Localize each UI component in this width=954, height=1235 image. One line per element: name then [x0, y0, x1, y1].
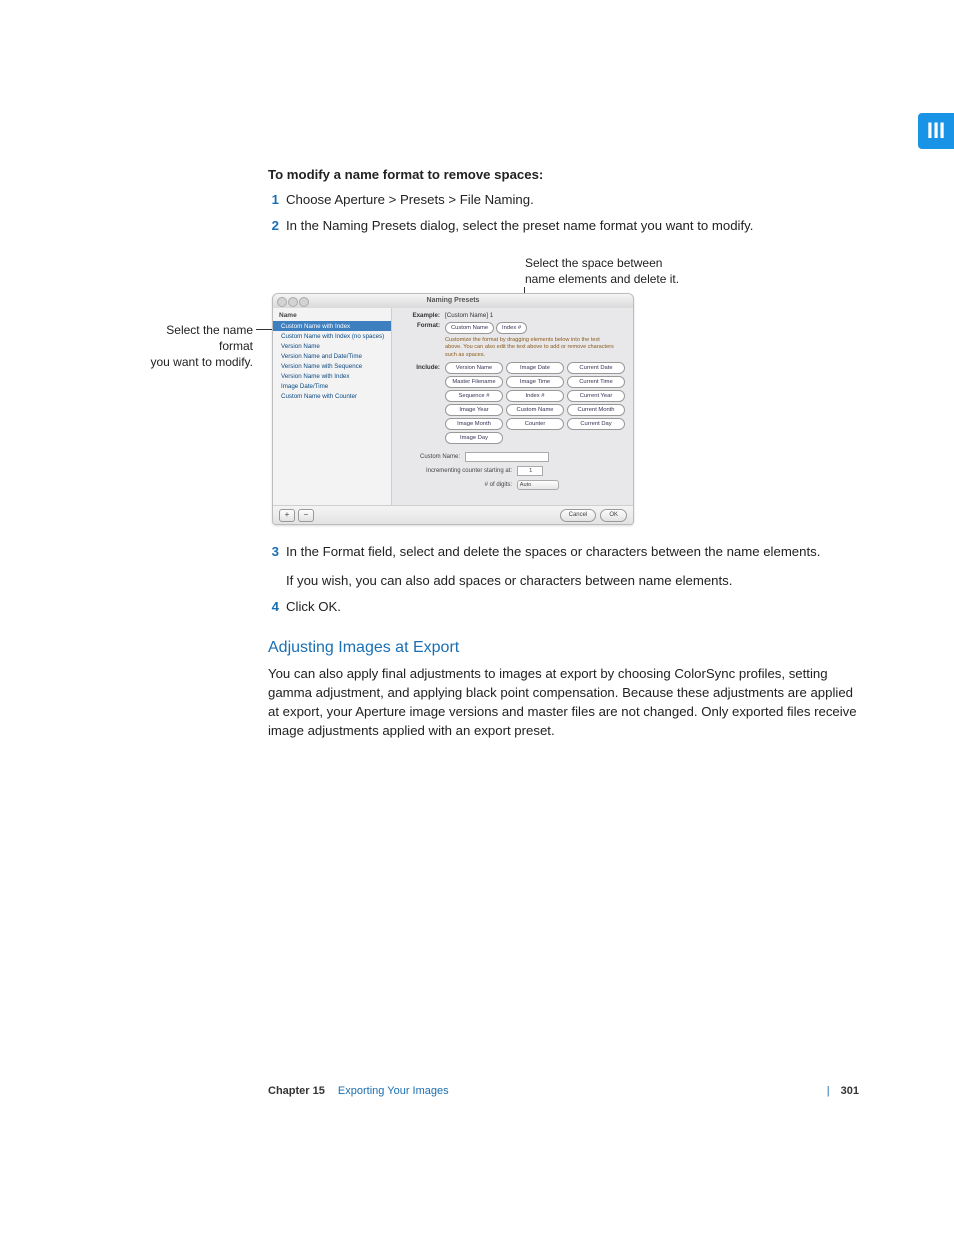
- include-token[interactable]: Current Time: [567, 376, 625, 388]
- callout-left-line1: Select the name format: [130, 322, 253, 354]
- include-token[interactable]: Current Year: [567, 390, 625, 402]
- step-3: 3 In the Format field, select and delete…: [268, 542, 858, 590]
- cancel-button[interactable]: Cancel: [560, 509, 597, 522]
- digits-label: # of digits:: [400, 482, 515, 488]
- minimize-icon[interactable]: [288, 297, 298, 307]
- format-field[interactable]: Custom Name Index #: [445, 322, 527, 334]
- callout-top: Select the space between name elements a…: [525, 255, 745, 287]
- include-label: Include:: [400, 364, 445, 371]
- preset-item[interactable]: Custom Name with Counter: [273, 391, 391, 401]
- include-token[interactable]: Image Year: [445, 404, 503, 416]
- include-token[interactable]: Current Month: [567, 404, 625, 416]
- callout-top-line1: Select the space between: [525, 255, 745, 271]
- preset-item[interactable]: Version Name and Date/Time: [273, 351, 391, 361]
- step-3-text: In the Format field, select and delete t…: [286, 544, 820, 559]
- step-2: 2In the Naming Presets dialog, select th…: [268, 216, 858, 235]
- preset-list-header: Name: [273, 310, 391, 321]
- include-token[interactable]: Current Day: [567, 418, 625, 430]
- callout-top-line2: name elements and delete it.: [525, 271, 745, 287]
- callout-left: Select the name format you want to modif…: [130, 322, 253, 371]
- step-4-text: Click OK.: [286, 599, 341, 614]
- format-token[interactable]: Custom Name: [445, 322, 494, 334]
- close-icon[interactable]: [277, 297, 287, 307]
- preset-item[interactable]: Version Name with Index: [273, 371, 391, 381]
- procedure-title: To modify a name format to remove spaces…: [268, 165, 858, 184]
- step-2-text: In the Naming Presets dialog, select the…: [286, 218, 753, 233]
- include-token[interactable]: Image Date: [506, 362, 564, 374]
- footer-title: Exporting Your Images: [338, 1085, 449, 1097]
- add-preset-button[interactable]: +: [279, 509, 295, 522]
- counter-start-input[interactable]: 1: [517, 466, 543, 476]
- preset-item[interactable]: Custom Name with Index (no spaces): [273, 331, 391, 341]
- preset-item[interactable]: Image Date/Time: [273, 381, 391, 391]
- page-footer: Chapter 15 Exporting Your Images | 301: [268, 1085, 859, 1097]
- custom-name-input[interactable]: [465, 452, 549, 462]
- format-token[interactable]: Index #: [496, 322, 527, 334]
- include-token[interactable]: Image Day: [445, 432, 503, 444]
- example-value: [Custom Name] 1: [445, 312, 493, 319]
- step-4: 4Click OK.: [268, 597, 858, 616]
- format-label: Format:: [400, 322, 445, 329]
- footer-page-number: 301: [841, 1085, 859, 1097]
- include-token[interactable]: Index #: [506, 390, 564, 402]
- include-token[interactable]: Custom Name: [506, 404, 564, 416]
- counter-start-label: Incrementing counter starting at:: [400, 468, 515, 474]
- preset-item[interactable]: Custom Name with Index: [273, 321, 391, 331]
- dialog-titlebar: Naming Presets: [273, 294, 633, 308]
- example-label: Example:: [400, 312, 445, 319]
- figure-naming-presets: Select the space between name elements a…: [130, 247, 860, 537]
- include-token[interactable]: Image Time: [506, 376, 564, 388]
- step-3-note: If you wish, you can also add spaces or …: [286, 571, 858, 590]
- dialog-title: Naming Presets: [427, 297, 480, 304]
- digits-select[interactable]: Auto: [517, 480, 559, 490]
- custom-name-label: Custom Name:: [400, 454, 463, 460]
- zoom-icon[interactable]: [299, 297, 309, 307]
- include-token[interactable]: Sequence #: [445, 390, 503, 402]
- include-token[interactable]: Current Date: [567, 362, 625, 374]
- callout-left-line2: you want to modify.: [130, 354, 253, 370]
- remove-preset-button[interactable]: −: [298, 509, 314, 522]
- section-heading-adjusting: Adjusting Images at Export: [268, 636, 858, 659]
- section-body: You can also apply final adjustments to …: [268, 664, 858, 741]
- preset-list: Name Custom Name with Index Custom Name …: [273, 308, 392, 505]
- step-1-text: Choose Aperture > Presets > File Naming.: [286, 192, 534, 207]
- include-token[interactable]: Image Month: [445, 418, 503, 430]
- format-hint: Customize the format by dragging element…: [445, 337, 615, 359]
- include-token[interactable]: Version Name: [445, 362, 503, 374]
- footer-chapter: Chapter 15: [268, 1085, 325, 1097]
- preset-item[interactable]: Version Name with Sequence: [273, 361, 391, 371]
- ok-button[interactable]: OK: [600, 509, 627, 522]
- step-1: 1Choose Aperture > Presets > File Naming…: [268, 190, 858, 209]
- naming-presets-dialog: Naming Presets Name Custom Name with Ind…: [272, 293, 634, 525]
- include-token[interactable]: Master Filename: [445, 376, 503, 388]
- preset-item[interactable]: Version Name: [273, 341, 391, 351]
- footer-divider: |: [827, 1085, 830, 1097]
- dialog-footer: + − Cancel OK: [273, 505, 633, 524]
- section-tab: III: [918, 113, 954, 149]
- include-token[interactable]: Counter: [506, 418, 564, 430]
